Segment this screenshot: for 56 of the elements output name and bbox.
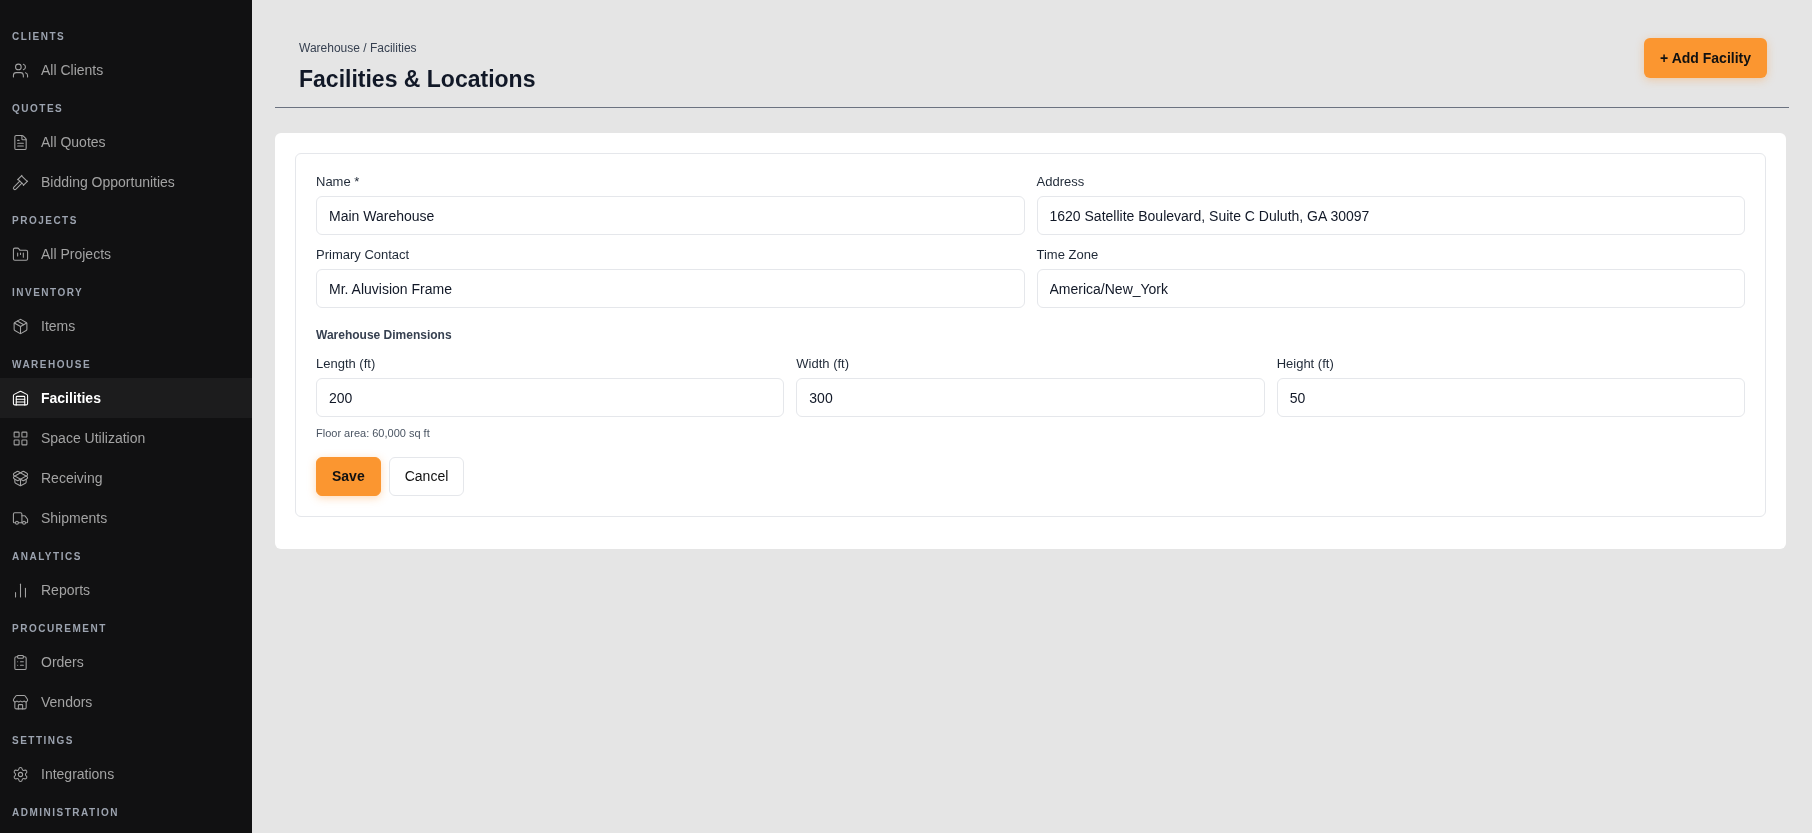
add-facility-button[interactable]: + Add Facility [1644, 38, 1767, 78]
settings-icon [12, 765, 29, 783]
warehouse-icon [12, 389, 29, 407]
sidebar-item[interactable]: Integrations [0, 754, 252, 794]
input-field[interactable]: 200 [316, 378, 785, 417]
field-label: Height (ft) [1276, 356, 1335, 372]
sidebar-item[interactable]: Orders [0, 642, 252, 682]
sidebar-item[interactable]: Items [0, 306, 252, 346]
field-label: Time Zone [1036, 247, 1100, 263]
breadcrumb: Warehouse / Facilities [299, 40, 418, 57]
field-label: Address [1036, 174, 1086, 190]
gavel-icon [12, 173, 29, 191]
page-title: Facilities & Locations [299, 65, 536, 93]
field-label: Length (ft) [316, 356, 377, 372]
users-icon [12, 61, 29, 79]
document-icon [12, 133, 29, 151]
sidebar-item[interactable]: Facilities [0, 378, 252, 418]
section-heading: PROJECTS [11, 214, 79, 228]
section-heading: SETTINGS [11, 734, 75, 748]
folder-icon [12, 245, 29, 263]
floor-area-note: Floor area: 60,000 sq ft [316, 426, 431, 441]
save-button[interactable]: Save [316, 456, 381, 496]
section-heading: CLIENTS [11, 30, 67, 44]
clipboard-icon [12, 653, 29, 671]
sidebar-item[interactable]: Receiving [0, 458, 252, 498]
sidebar-item[interactable]: All Quotes [0, 122, 252, 162]
store-icon [12, 693, 29, 711]
sidebar-item[interactable]: Bidding Opportunities [0, 162, 252, 202]
input-field[interactable]: Main Warehouse [316, 196, 1025, 235]
section-heading: ADMINISTRATION [11, 806, 120, 820]
input-field[interactable]: 1620 Satellite Boulevard, Suite C Duluth, GA 30097 [1036, 196, 1745, 235]
section-heading: WAREHOUSE [11, 358, 93, 372]
section-heading: ANALYTICS [11, 550, 83, 564]
truck-icon [12, 509, 29, 527]
open-box-icon [12, 469, 29, 487]
input-field[interactable]: 50 [1276, 378, 1745, 417]
box-icon [12, 317, 29, 335]
section-heading: Warehouse Dimensions [316, 327, 453, 344]
sidebar-item[interactable]: Reports [0, 570, 252, 610]
sidebar-item[interactable]: All Clients [0, 50, 252, 90]
sidebar-item[interactable]: Vendors [0, 682, 252, 722]
section-heading: QUOTES [11, 102, 65, 116]
cancel-button[interactable]: Cancel [388, 456, 465, 496]
sidebar-item[interactable]: All Projects [0, 234, 252, 274]
input-field[interactable]: America/New_York [1036, 269, 1745, 308]
section-heading: INVENTORY [11, 286, 85, 300]
field-label: Primary Contact [316, 247, 411, 263]
sidebar-item[interactable]: Space Utilization [0, 418, 252, 458]
field-label: Width (ft) [796, 356, 851, 372]
bar-chart-icon [12, 581, 29, 599]
sidebar-item[interactable]: Shipments [0, 498, 252, 538]
field-label: Name * [316, 174, 361, 190]
section-heading: PROCUREMENT [11, 622, 108, 636]
input-field[interactable]: 300 [796, 378, 1265, 417]
input-field[interactable]: Mr. Aluvision Frame [316, 269, 1025, 308]
grid-icon [12, 429, 29, 447]
